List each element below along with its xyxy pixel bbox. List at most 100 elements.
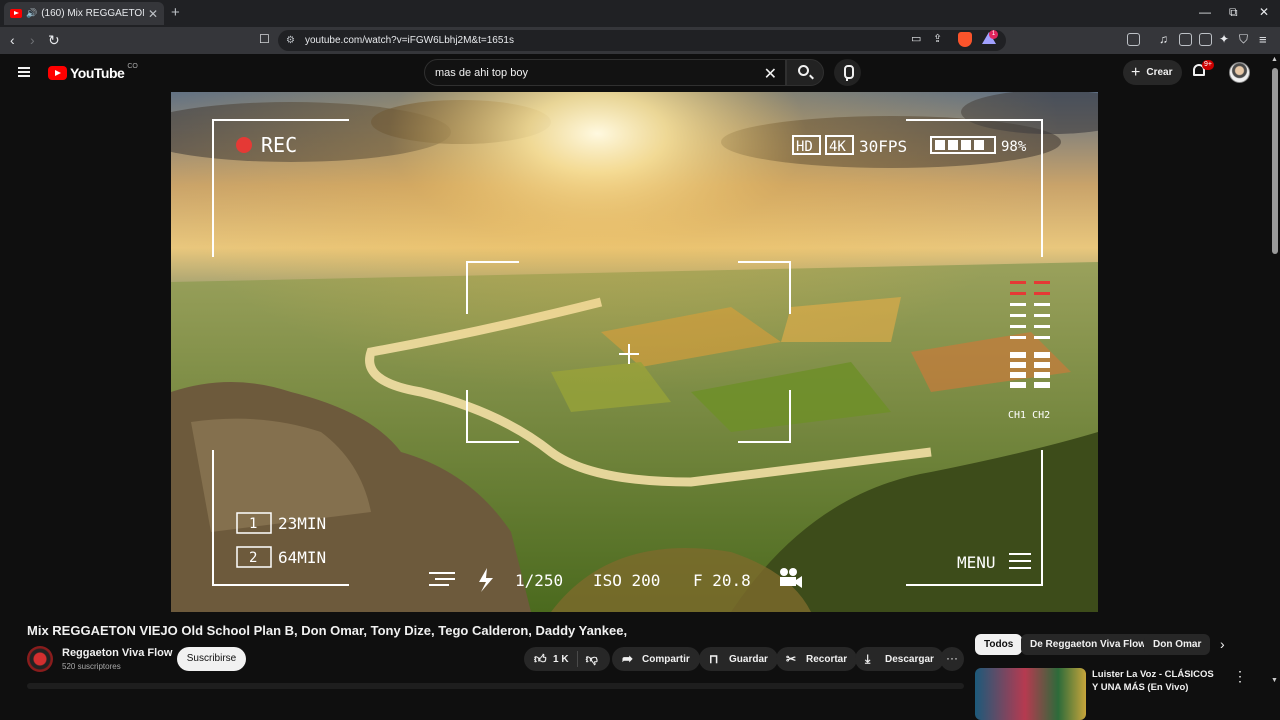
like-dislike-group: 👍︎ 1 K 👎︎	[524, 647, 610, 671]
chip-channel[interactable]: De Reggaeton Viva Flow	[1021, 634, 1155, 655]
country-code: CO	[127, 62, 138, 70]
slot1-time: 23MIN	[278, 514, 326, 533]
clip-button[interactable]: ✂ Recortar	[776, 647, 858, 671]
share-icon: ➦	[622, 651, 633, 666]
channel-avatar[interactable]	[27, 646, 53, 672]
tab-title: (160) Mix REGGAETON VIEJO	[41, 8, 144, 19]
slot1-number: 1	[249, 516, 257, 532]
avatar[interactable]	[1229, 62, 1250, 83]
browser-tab-bar: 🔊 (160) Mix REGGAETON VIEJO ✕ + — ⧉ ✕	[0, 0, 1280, 27]
forward-icon[interactable]: ›	[30, 32, 35, 48]
tab-close-icon[interactable]: ✕	[148, 7, 158, 21]
scrollbar-thumb[interactable]	[1272, 68, 1278, 254]
minimize-button[interactable]: —	[1199, 5, 1211, 19]
media-icon[interactable]: ♫	[1159, 32, 1168, 46]
audio-channels-label: CH1 CH2	[1008, 410, 1050, 421]
save-label: Guardar	[729, 653, 768, 665]
clear-search-icon[interactable]: ✕	[764, 64, 777, 84]
back-icon[interactable]: ‹	[10, 32, 15, 48]
search-button[interactable]	[786, 59, 824, 86]
menu-icon[interactable]: ≡	[1259, 32, 1267, 47]
brave-rewards-icon[interactable]: 1	[982, 30, 998, 46]
url-text: youtube.com/watch?v=iFGW6Lbhj2M&t=1651s	[304, 35, 514, 46]
extensions-icon[interactable]: ✦	[1219, 32, 1229, 46]
site-info-icon[interactable]: ⚙	[286, 35, 295, 46]
recommendation-title[interactable]: Luister La Voz - CLÁSICOS Y UNA MÁS (En …	[1092, 668, 1220, 694]
slot2-number: 2	[249, 550, 257, 566]
4k-badge: 4K	[829, 139, 846, 155]
youtube-logo[interactable]: YouTube CO	[48, 62, 138, 81]
video-title: Mix REGGAETON VIEJO Old School Plan B, D…	[27, 623, 628, 638]
hd-badge: HD	[796, 139, 813, 155]
download-label: Descargar	[885, 653, 934, 665]
youtube-favicon-icon	[10, 9, 22, 18]
create-label: Crear	[1146, 67, 1173, 78]
speaker-icon[interactable]: 🔊	[26, 8, 37, 19]
wallet-icon[interactable]	[1199, 33, 1212, 46]
maximize-button[interactable]: ⧉	[1229, 5, 1238, 20]
share-label: Compartir	[642, 653, 690, 665]
like-divider	[576, 651, 578, 667]
rec-label: REC	[261, 133, 297, 157]
thumbs-up-icon: 👍︎	[534, 652, 547, 666]
rec-dot-icon	[236, 137, 252, 153]
battery-percent: 98%	[1001, 139, 1027, 155]
subscribe-button[interactable]: Suscribirse	[177, 647, 246, 671]
aperture-value: F 20.8	[693, 571, 751, 590]
page-scrollbar[interactable]: ▲ ▼	[1270, 54, 1280, 720]
chip-all[interactable]: Todos	[975, 634, 1023, 655]
recommendation-thumbnail[interactable]	[975, 668, 1086, 720]
search-input[interactable]	[435, 66, 755, 79]
browser-toolbar: ‹ › ↻ ☐ ⚙ youtube.com/watch?v=iFGW6Lbhj2…	[0, 27, 1280, 54]
bookmark-icon[interactable]: ☐	[259, 32, 270, 46]
like-count: 1 K	[553, 653, 569, 665]
shutter-speed: 1/250	[515, 571, 563, 590]
subscriber-count: 520 suscriptores	[62, 662, 121, 671]
description-box-edge[interactable]	[27, 683, 964, 689]
reload-icon[interactable]: ↻	[48, 32, 60, 49]
create-button[interactable]: + Crear	[1123, 60, 1183, 85]
notifications-badge: 9+	[1202, 60, 1214, 70]
youtube-play-icon	[48, 66, 67, 80]
chip-don-omar[interactable]: Don Omar	[1144, 634, 1211, 655]
download-icon: ⤓	[865, 652, 871, 666]
guide-menu-icon[interactable]	[18, 67, 30, 77]
menu-label: MENU	[957, 553, 996, 572]
youtube-header: YouTube CO ✕ + Crear 9+	[0, 54, 1280, 92]
plus-icon: +	[1131, 63, 1141, 81]
screenshot-icon[interactable]	[1127, 33, 1140, 46]
kebab-menu-icon[interactable]: ⋮	[1233, 668, 1247, 685]
fps-label: 30FPS	[859, 137, 907, 156]
channel-name[interactable]: Reggaeton Viva Flow	[62, 647, 172, 659]
video-frame: REC HD 4K 30FPS 98% CH1 CH2 1 23MIN 2 64…	[171, 92, 1098, 612]
voice-search-icon[interactable]	[834, 59, 861, 86]
chevron-right-icon[interactable]: ›	[1220, 636, 1225, 652]
address-bar[interactable]: ⚙ youtube.com/watch?v=iFGW6Lbhj2M&t=1651…	[278, 30, 1006, 51]
search-box[interactable]: ✕	[424, 59, 786, 86]
new-tab-button[interactable]: +	[171, 4, 180, 21]
clip-label: Recortar	[806, 653, 848, 665]
share-button[interactable]: ➦ Compartir	[612, 647, 700, 671]
scroll-up-icon[interactable]: ▲	[1271, 56, 1278, 63]
sidebar-icon[interactable]	[1179, 33, 1192, 46]
more-actions-button[interactable]: ···	[940, 647, 964, 671]
iso-value: ISO 200	[593, 571, 660, 590]
bookmark-save-icon: ⊓	[709, 652, 719, 666]
brave-shields-icon[interactable]	[958, 32, 972, 47]
scroll-down-icon[interactable]: ▼	[1271, 677, 1278, 684]
video-player[interactable]: REC HD 4K 30FPS 98% CH1 CH2 1 23MIN 2 64…	[171, 92, 1098, 612]
share-page-icon[interactable]: ⇪	[933, 32, 942, 45]
browser-tab[interactable]: 🔊 (160) Mix REGGAETON VIEJO ✕	[4, 2, 164, 25]
cast-icon[interactable]: ▭	[911, 32, 921, 45]
thumbs-down-icon[interactable]: 👎︎	[586, 652, 600, 666]
download-button[interactable]: ⤓ Descargar	[855, 647, 944, 671]
search-icon	[798, 65, 809, 76]
logo-text: YouTube	[70, 65, 125, 81]
vpn-icon[interactable]: ⛉	[1239, 32, 1248, 47]
slot2-time: 64MIN	[278, 548, 326, 567]
close-window-button[interactable]: ✕	[1259, 5, 1269, 19]
like-button[interactable]: 👍︎ 1 K	[534, 652, 569, 666]
save-button[interactable]: ⊓ Guardar	[699, 647, 778, 671]
notifications-icon[interactable]: 9+	[1193, 60, 1214, 80]
scissors-icon: ✂	[786, 652, 797, 666]
